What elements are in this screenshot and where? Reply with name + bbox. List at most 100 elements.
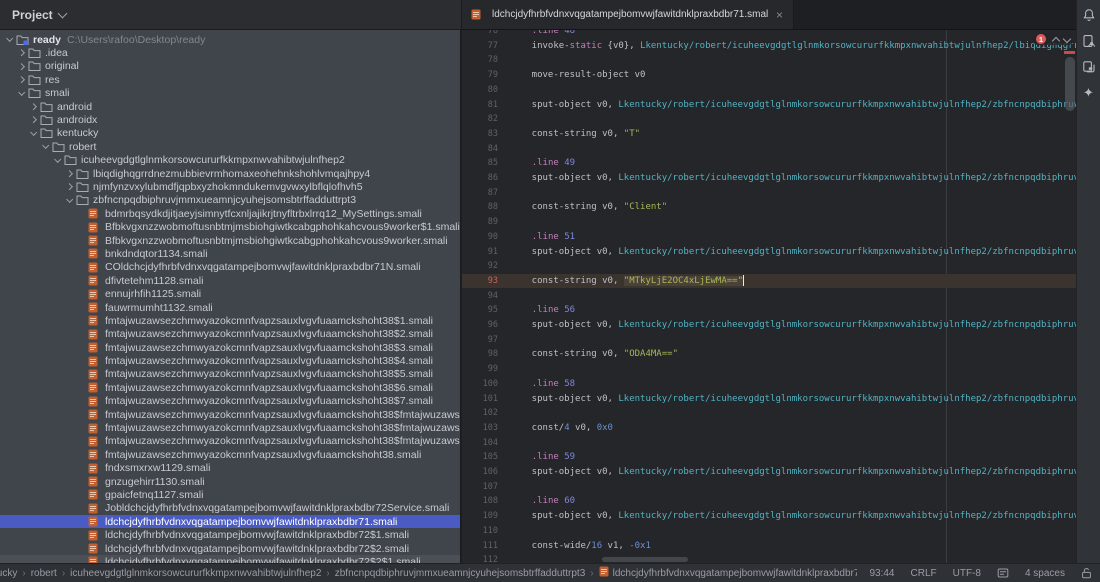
tree-item-label: bnkdndqtor1134.smali xyxy=(105,248,208,260)
tree-item-folder[interactable]: kentucky xyxy=(0,127,460,140)
tree-item-file[interactable]: fmtajwuzawsezchmwyazokcmnfvapzsauxlvgvfu… xyxy=(0,341,460,354)
tree-item-folder[interactable]: njmfynzvxylubmdfjqpbxyzhokmndukemvgvwxyl… xyxy=(0,180,460,193)
tree-item-folder[interactable]: androidx xyxy=(0,113,460,126)
tree-item-folder[interactable]: icuheevgdgtlglnmkorsowcururfkkmpxnwvahib… xyxy=(0,154,460,167)
project-tree[interactable]: readyC:\Users\rafoo\Desktop\ready.ideaor… xyxy=(0,30,461,563)
indent-style[interactable]: 4 spaces xyxy=(1025,568,1065,579)
text-caret xyxy=(743,275,744,286)
line-separator[interactable]: CRLF xyxy=(911,568,937,579)
code-token xyxy=(510,232,532,242)
tree-item-file[interactable]: fndxsmxrxw1129.smali xyxy=(0,462,460,475)
code-token: Lkentucky/robert/icuheevgdgtlglnmkorsowc… xyxy=(618,247,1076,257)
breadcrumb-item[interactable]: icuheevgdgtlglnmkorsowcururfkkmpxnwvahib… xyxy=(70,568,321,579)
tree-item-file[interactable]: fauwrmumht1132.smali xyxy=(0,301,460,314)
chevron-collapsed-icon[interactable] xyxy=(64,171,76,176)
tree-item-file[interactable]: fmtajwuzawsezchmwyazokcmnfvapzsauxlvgvfu… xyxy=(0,435,460,448)
lock-icon[interactable] xyxy=(1081,567,1092,579)
tree-item-file[interactable]: ldchcjdyfhrbfvdnxvqgatampejbomvwjfawitdn… xyxy=(0,542,460,555)
smali-file-icon xyxy=(88,302,103,313)
caret-position[interactable]: 93:44 xyxy=(869,568,894,579)
close-tab-icon[interactable]: × xyxy=(776,9,783,21)
editor-vertical-scrollbar[interactable] xyxy=(1063,30,1076,563)
tree-item-file[interactable]: dfivtetehm1128.smali xyxy=(0,274,460,287)
breadcrumb-item[interactable]: zbfncnpqdbiphruvjmmxueamnjcyuhejsomsbtrf… xyxy=(335,568,586,579)
chevron-collapsed-icon[interactable] xyxy=(16,64,28,69)
file-encoding[interactable]: UTF-8 xyxy=(953,568,981,579)
chevron-collapsed-icon[interactable] xyxy=(16,77,28,82)
chevron-expanded-icon[interactable] xyxy=(40,145,52,148)
previous-error-icon[interactable] xyxy=(1052,36,1060,44)
breadcrumb-item[interactable]: tucky xyxy=(0,568,17,579)
tree-item-file[interactable]: gnzugehirr1130.smali xyxy=(0,475,460,488)
code-token: Lkentucky/robert/icuheevgdgtlglnmkorsowc… xyxy=(640,41,1076,51)
editor-horizontal-scrollbar[interactable] xyxy=(602,557,688,562)
scrollbar-thumb[interactable] xyxy=(1065,57,1075,111)
ai-assistant-icon[interactable]: ✦ xyxy=(1081,85,1097,101)
chevron-expanded-icon[interactable] xyxy=(64,199,76,202)
tree-item-file[interactable]: fmtajwuzawsezchmwyazokcmnfvapzsauxlvgvfu… xyxy=(0,314,460,327)
tree-item-file[interactable]: fmtajwuzawsezchmwyazokcmnfvapzsauxlvgvfu… xyxy=(0,381,460,394)
chevron-collapsed-icon[interactable] xyxy=(64,184,76,189)
tree-item-file[interactable]: fmtajwuzawsezchmwyazokcmnfvapzsauxlvgvfu… xyxy=(0,354,460,367)
tree-item-file[interactable]: ldchcjdyfhrbfvdnxvqgatampejbomvwjfawitdn… xyxy=(0,555,460,563)
tree-item-file[interactable]: fmtajwuzawsezchmwyazokcmnfvapzsauxlvgvfu… xyxy=(0,368,460,381)
chevron-expanded-icon[interactable] xyxy=(28,132,40,135)
tree-item-label: fmtajwuzawsezchmwyazokcmnfvapzsauxlvgvfu… xyxy=(105,328,433,340)
tree-item-folder[interactable]: smali xyxy=(0,87,460,100)
breadcrumb-item[interactable]: ldchcjdyfhrbfvdnxvqgatampejbomvwjfawitdn… xyxy=(599,566,858,580)
tree-item-file[interactable]: Bfbkvgxnzzwobmoftusnbtmjmsbiohgiwtkcabgp… xyxy=(0,220,460,233)
tree-item-file[interactable]: ldchcjdyfhrbfvdnxvqgatampejbomvwjfawitdn… xyxy=(0,528,460,541)
tree-item-folder[interactable]: zbfncnpqdbiphruvjmmxueamnjcyuhejsomsbtrf… xyxy=(0,194,460,207)
running-devices-icon[interactable] xyxy=(1081,33,1097,49)
tree-item-folder[interactable]: lbiqdighqgrrdnezmubbievrmhomaxeohehnksho… xyxy=(0,167,460,180)
tree-item-label: fmtajwuzawsezchmwyazokcmnfvapzsauxlvgvfu… xyxy=(105,355,433,367)
notifications-bell-icon[interactable] xyxy=(1081,7,1097,23)
code-token: sput-object v0, xyxy=(510,173,618,183)
tree-item-file[interactable]: Jobldchcjdyfhrbfvdnxvqgatampejbomvwjfawi… xyxy=(0,502,460,515)
line-number: 83 xyxy=(462,129,510,139)
tree-item-file[interactable]: fmtajwuzawsezchmwyazokcmnfvapzsauxlvgvfu… xyxy=(0,421,460,434)
tree-item-file[interactable]: ennujrhfih1125.smali xyxy=(0,287,460,300)
tree-item-file[interactable]: bnkdndqtor1134.smali xyxy=(0,247,460,260)
device-manager-icon[interactable] xyxy=(1081,59,1097,75)
editor-tab[interactable]: ldchcjdyfhrbfvdnxvqgatampejbomvwjfawitdn… xyxy=(462,0,794,29)
tree-item-file[interactable]: bdmrbqsydkdjitjaeyjsimnytfcxnljajikrjtny… xyxy=(0,207,460,220)
tree-item-file[interactable]: fmtajwuzawsezchmwyazokcmnfvapzsauxlvgvfu… xyxy=(0,448,460,461)
tree-item-folder[interactable]: robert xyxy=(0,140,460,153)
code-line: 107 xyxy=(462,479,1076,494)
code-line: 82 xyxy=(462,112,1076,127)
chevron-collapsed-icon[interactable] xyxy=(28,117,40,122)
tree-item-file[interactable]: fmtajwuzawsezchmwyazokcmnfvapzsauxlvgvfu… xyxy=(0,395,460,408)
tree-item-folder[interactable]: .idea xyxy=(0,46,460,59)
tree-item-file[interactable]: fmtajwuzawsezchmwyazokcmnfvapzsauxlvgvfu… xyxy=(0,408,460,421)
code-token: -0x1 xyxy=(629,541,651,551)
tree-item-file[interactable]: Bfbkvgxnzzwobmoftusnbtmjmsbiohgiwtkcabgp… xyxy=(0,234,460,247)
tree-item-file[interactable]: gpaicfetnq1127.smali xyxy=(0,488,460,501)
tree-item-file[interactable]: fmtajwuzawsezchmwyazokcmnfvapzsauxlvgvfu… xyxy=(0,328,460,341)
line-number: 82 xyxy=(462,114,510,124)
smali-file-icon xyxy=(88,329,103,340)
tree-item-folder[interactable]: original xyxy=(0,60,460,73)
chevron-expanded-icon[interactable] xyxy=(4,38,16,41)
reader-mode-icon[interactable] xyxy=(997,567,1009,579)
tree-item-folder[interactable]: android xyxy=(0,100,460,113)
tree-item-folder[interactable]: readyC:\Users\rafoo\Desktop\ready xyxy=(0,33,460,46)
chevron-expanded-icon[interactable] xyxy=(16,92,28,95)
smali-file-icon xyxy=(88,409,103,420)
chevron-collapsed-icon[interactable] xyxy=(16,50,28,55)
project-view-selector[interactable]: Project xyxy=(12,8,66,22)
error-stripe-mark[interactable] xyxy=(1064,51,1075,54)
line-number: 109 xyxy=(462,511,510,521)
smali-file-icon xyxy=(599,566,609,580)
chevron-expanded-icon[interactable] xyxy=(52,159,64,162)
breadcrumb-item[interactable]: robert xyxy=(31,568,57,579)
code-editor[interactable]: 76 .line 4877 invoke-static {v0}, Lkentu… xyxy=(462,30,1076,563)
chevron-collapsed-icon[interactable] xyxy=(28,104,40,109)
tree-item-file[interactable]: COldchcjdyfhrbfvdnxvqgatampejbomvwjfawit… xyxy=(0,261,460,274)
code-token: .line xyxy=(532,30,559,36)
folder-icon xyxy=(28,87,43,99)
tree-item-file[interactable]: ldchcjdyfhrbfvdnxvqgatampejbomvwjfawitdn… xyxy=(0,515,460,528)
code-line: 84 xyxy=(462,141,1076,156)
tree-item-folder[interactable]: res xyxy=(0,73,460,86)
code-token: .line xyxy=(532,305,559,315)
